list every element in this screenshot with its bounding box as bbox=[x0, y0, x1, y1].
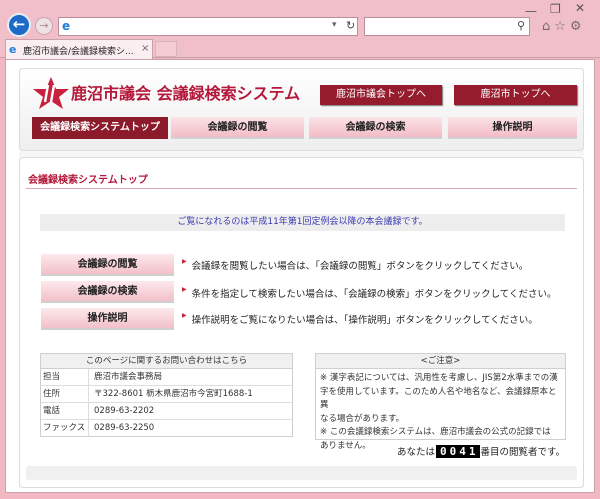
counter-suffix: 番目の閲覧者です。 bbox=[480, 447, 566, 458]
browser-search-input[interactable]: ⚲ bbox=[364, 17, 530, 36]
back-arrow-icon[interactable]: ← bbox=[7, 13, 31, 37]
contact-row: 電話 0289-63-2202 bbox=[41, 403, 292, 420]
contact-label: 住所 bbox=[43, 386, 89, 403]
main-content: 会議録検索システムトップ ご覧になれるのは平成11年第1回定例会以降の本会議録で… bbox=[19, 157, 584, 488]
counter-digits: 0041 bbox=[436, 445, 480, 458]
contact-row: 住所 〒322-8601 栃木県鹿沼市今宮町1688-1 bbox=[41, 386, 292, 403]
search-minutes-button[interactable]: 会議録の検索 bbox=[41, 281, 174, 303]
contact-row: 担当 鹿沼市議会事務局 bbox=[41, 369, 292, 386]
site-header: 鹿沼市議会 会議録検索システム 鹿沼市議会トップへ 鹿沼市トップへ 会議録検索シ… bbox=[19, 68, 584, 151]
search-icon[interactable]: ⚲ bbox=[517, 19, 525, 32]
address-bar[interactable]: e ▾ ↻ bbox=[58, 17, 358, 36]
search-minutes-desc-text: 条件を指定して検索したい場合は、「会議録の検索」ボタンをクリックしてください。 bbox=[191, 289, 557, 300]
nav-home[interactable]: 会議録検索システムトップ bbox=[32, 117, 168, 139]
help-desc-text: 操作説明をご覧になりたい場合は、「操作説明」ボタンをクリックしてください。 bbox=[191, 315, 538, 326]
ie-logo-icon: e bbox=[62, 19, 71, 33]
nav-search[interactable]: 会議録の検索 bbox=[309, 117, 442, 139]
new-tab-button[interactable] bbox=[155, 41, 177, 57]
page-footer bbox=[26, 466, 577, 480]
view-minutes-desc: ▶ 会議録を閲覧したい場合は、「会議録の閲覧」ボタンをクリックしてください。 bbox=[182, 258, 528, 272]
counter-prefix: あなたは bbox=[397, 447, 436, 458]
refresh-icon[interactable]: ↻ bbox=[346, 19, 355, 32]
help-desc: ▶ 操作説明をご覧になりたい場合は、「操作説明」ボタンをクリックしてください。 bbox=[182, 312, 538, 326]
city-emblem-icon bbox=[33, 77, 69, 109]
browser-tab[interactable]: e 鹿沼市議会/会議録検索シ... × bbox=[5, 39, 153, 59]
contact-label: ファックス bbox=[43, 420, 89, 437]
caution-line: ※ この会議録検索システムは、鹿沼市議会の公式の記録では bbox=[320, 427, 551, 437]
caution-box: <ご注意> ※ 漢字表記については、汎用性を考慮し、JIS第2水準までの漢 字を… bbox=[315, 353, 566, 451]
search-minutes-desc: ▶ 条件を指定して検索したい場合は、「会議録の検索」ボタンをクリックしてください。 bbox=[182, 286, 557, 300]
section-title: 会議録検索システムトップ bbox=[28, 175, 148, 186]
nav-help[interactable]: 操作説明 bbox=[448, 117, 577, 139]
caution-heading: <ご注意> bbox=[316, 354, 565, 369]
tab-close-icon[interactable]: × bbox=[141, 43, 149, 54]
contact-value: 0289-63-2202 bbox=[94, 406, 155, 416]
site-title: 鹿沼市議会 会議録検索システム bbox=[71, 84, 301, 103]
notice-banner: ご覧になれるのは平成11年第1回定例会以降の本会議録です。 bbox=[40, 214, 565, 231]
browser-tabbar: e 鹿沼市議会/会議録検索シ... × bbox=[0, 38, 600, 59]
minimize-icon[interactable]: — bbox=[525, 4, 537, 18]
section-divider bbox=[26, 188, 577, 189]
contact-row: ファックス 0289-63-2250 bbox=[41, 420, 292, 437]
ie-logo-icon: e bbox=[9, 43, 17, 56]
view-minutes-button[interactable]: 会議録の閲覧 bbox=[41, 254, 174, 276]
page-viewport: 鹿沼市議会 会議録検索システム 鹿沼市議会トップへ 鹿沼市トップへ 会議録検索シ… bbox=[5, 59, 595, 493]
forward-arrow-icon[interactable]: → bbox=[35, 17, 53, 35]
visitor-counter: あなたは 0041 番目の閲覧者です。 bbox=[397, 444, 565, 458]
contact-value: 鹿沼市議会事務局 bbox=[94, 372, 163, 382]
contact-heading: このページに関するお問い合わせはこちら bbox=[41, 354, 292, 369]
caution-line: ※ 漢字表記については、汎用性を考慮し、JIS第2水準までの漢 bbox=[320, 373, 558, 383]
bullet-triangle-icon: ▶ bbox=[182, 258, 187, 265]
caution-body: ※ 漢字表記については、汎用性を考慮し、JIS第2水準までの漢 字を使用していま… bbox=[316, 369, 565, 453]
tab-title[interactable]: 鹿沼市議会/会議録検索シ... bbox=[23, 44, 134, 57]
nav-view[interactable]: 会議録の閲覧 bbox=[171, 117, 304, 139]
caution-line: なる場合があります。 bbox=[320, 413, 405, 424]
close-window-icon[interactable]: ✕ bbox=[575, 1, 585, 15]
gikai-top-link[interactable]: 鹿沼市議会トップへ bbox=[320, 85, 442, 105]
contact-value: 〒322-8601 栃木県鹿沼市今宮町1688-1 bbox=[94, 389, 253, 399]
help-button[interactable]: 操作説明 bbox=[41, 308, 174, 330]
bullet-triangle-icon: ▶ bbox=[182, 312, 187, 319]
address-dropdown-icon[interactable]: ▾ bbox=[332, 20, 337, 30]
browser-toolbar: ← → e ▾ ↻ ⚲ — ❐ ✕ ⌂☆⚙ bbox=[0, 0, 600, 38]
home-star-gear-icons[interactable]: ⌂☆⚙ bbox=[542, 19, 586, 34]
maximize-icon[interactable]: ❐ bbox=[550, 2, 561, 16]
page-container: 鹿沼市議会 会議録検索システム 鹿沼市議会トップへ 鹿沼市トップへ 会議録検索シ… bbox=[19, 68, 584, 488]
view-minutes-desc-text: 会議録を閲覧したい場合は、「会議録の閲覧」ボタンをクリックしてください。 bbox=[191, 261, 529, 272]
bullet-triangle-icon: ▶ bbox=[182, 286, 187, 293]
contact-label: 担当 bbox=[43, 369, 89, 386]
caution-line: 字を使用しています。このため人名や地名など、会議録原本と異 bbox=[320, 386, 557, 411]
contact-label: 電話 bbox=[43, 403, 89, 420]
contact-box: このページに関するお問い合わせはこちら 担当 鹿沼市議会事務局 住所 〒322-… bbox=[40, 353, 293, 437]
contact-value: 0289-63-2250 bbox=[94, 423, 155, 433]
city-top-link[interactable]: 鹿沼市トップへ bbox=[454, 85, 577, 105]
